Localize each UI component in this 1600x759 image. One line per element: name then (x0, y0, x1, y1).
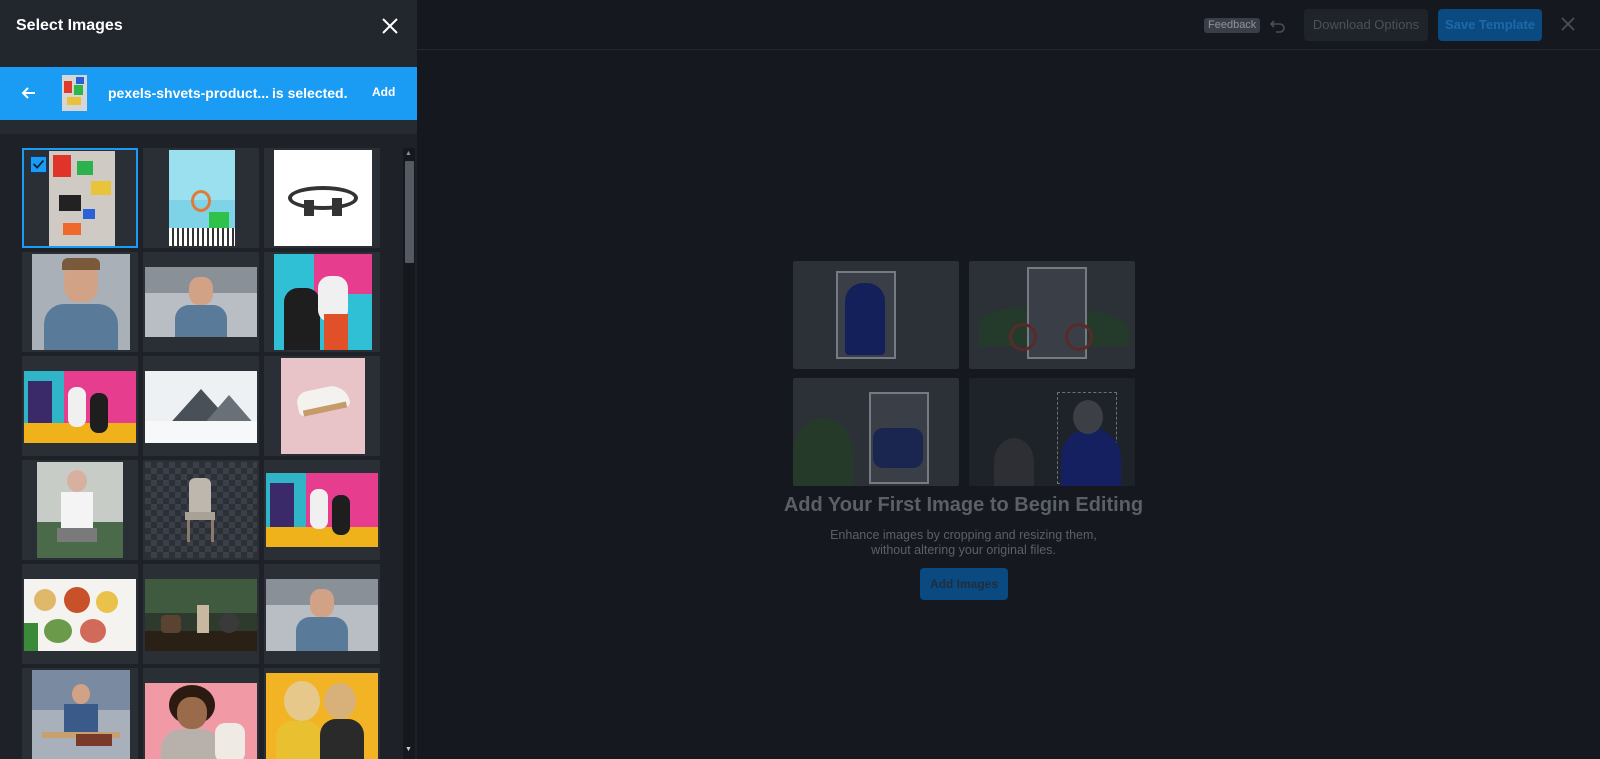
image-tile-smiling-man-street-2[interactable] (264, 564, 380, 664)
drawer-header: Select Images (0, 0, 417, 67)
add-images-button[interactable]: Add Images (920, 568, 1008, 600)
checkbox[interactable] (30, 156, 47, 173)
image-tile-bike-parts[interactable] (264, 148, 380, 248)
empty-state-line: without altering your original files. (871, 543, 1056, 557)
empty-state-line: Enhance images by cropping and resizing … (830, 528, 1097, 542)
image-tile-man-on-bench[interactable] (22, 668, 138, 759)
image-tile-woman-sitting[interactable] (22, 460, 138, 560)
image-tile-breakfast-table[interactable] (22, 564, 138, 664)
image-tile-sneaker-pink[interactable] (264, 356, 380, 456)
image-tile-colorful-tools[interactable] (22, 148, 138, 248)
illustration-tile (969, 261, 1135, 369)
empty-state-illustration (793, 261, 1135, 487)
selection-status: is selected. (272, 85, 348, 101)
image-grid-scrollbar[interactable]: ▲ ▼ (403, 148, 415, 759)
scrollbar-thumb[interactable] (405, 161, 414, 263)
image-tile-basketball-players[interactable] (264, 252, 380, 352)
empty-state-title: Add Your First Image to Begin Editing (783, 494, 1144, 516)
image-tile-two-women-yellow[interactable] (264, 668, 380, 759)
scroll-up-icon[interactable]: ▲ (405, 150, 413, 158)
divider (0, 120, 417, 134)
scroll-down-icon[interactable]: ▼ (405, 746, 413, 754)
illustration-tile (793, 378, 959, 486)
download-options-button[interactable]: Download Options (1304, 9, 1428, 41)
selected-file-name: pexels-shvets-product... (108, 85, 270, 101)
back-arrow-icon[interactable] (20, 84, 38, 102)
close-icon[interactable] (380, 16, 400, 36)
undo-icon[interactable] (1268, 15, 1288, 35)
image-grid (22, 148, 384, 759)
save-template-button[interactable]: Save Template (1438, 9, 1542, 41)
image-tile-basketball-wall[interactable] (22, 356, 138, 456)
drawer-title: Select Images (16, 17, 123, 34)
add-button[interactable]: Add (372, 85, 395, 99)
image-tile-smiling-man-portrait[interactable] (22, 252, 138, 352)
feedback-button[interactable]: Feedback (1204, 18, 1261, 33)
close-icon[interactable] (1558, 14, 1578, 34)
check-icon (33, 159, 45, 169)
image-tile-coffee-setup[interactable] (143, 564, 259, 664)
image-tile-pool-toy[interactable] (143, 148, 259, 248)
image-tile-laughing-woman[interactable] (143, 668, 259, 759)
image-tile-basketball-wall-2[interactable] (264, 460, 380, 560)
image-tile-chair-transparent[interactable] (143, 460, 259, 560)
image-tile-snowy-mountain[interactable] (143, 356, 259, 456)
empty-state-description: Enhance images by cropping and resizing … (760, 528, 1167, 558)
image-tile-smiling-man-street[interactable] (143, 252, 259, 352)
illustration-tile (969, 378, 1135, 486)
selected-image-thumbnail (62, 75, 87, 111)
selection-bar: pexels-shvets-product... is selected. Ad… (0, 67, 417, 120)
illustration-tile (793, 261, 959, 369)
select-images-drawer: Select Images pexels-shvets-product... i… (0, 0, 417, 759)
